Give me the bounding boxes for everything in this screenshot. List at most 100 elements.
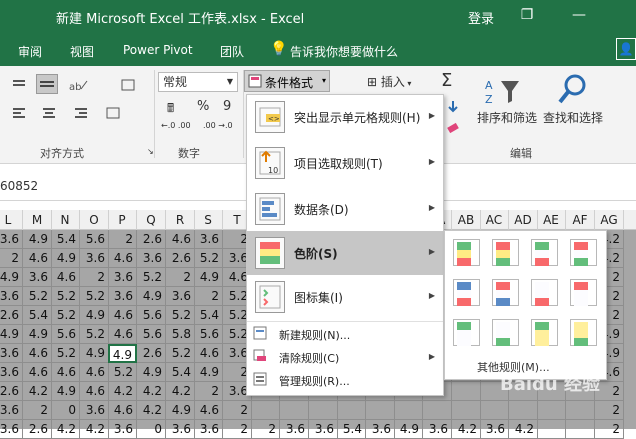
grid-cell[interactable]: 5.2 [166, 344, 195, 363]
grid-cell[interactable]: 4.2 [452, 420, 481, 439]
grid-cell[interactable]: 2 [223, 401, 252, 420]
column-header[interactable]: AG [595, 210, 624, 230]
decrease-decimal-button[interactable]: .00 →.0 [202, 120, 242, 142]
grid-cell[interactable]: 4.6 [108, 401, 137, 420]
color-scale-swatch[interactable] [570, 279, 597, 306]
comma-style-button[interactable]: 9 [222, 98, 236, 118]
grid-cell[interactable]: 3.6 [108, 287, 137, 306]
column-header[interactable]: S [194, 210, 223, 230]
grid-cell[interactable]: 2 [223, 420, 252, 439]
column-header[interactable]: Q [137, 210, 166, 230]
grid-cell[interactable] [452, 382, 481, 401]
tell-me-search[interactable]: 告诉我你想要做什么 [290, 43, 398, 60]
restore-ribbon-icon[interactable]: ❐ [514, 4, 540, 28]
find-select-label[interactable]: 查找和选择 [542, 108, 606, 125]
column-header[interactable]: AD [509, 210, 538, 230]
grid-cell[interactable]: 4.2 [108, 382, 137, 401]
grid-cell[interactable]: 2.6 [137, 344, 166, 363]
grid-cell[interactable]: 5.8 [166, 325, 195, 344]
grid-cell[interactable]: 4.9 [51, 382, 80, 401]
grid-cell[interactable]: 5.4 [51, 230, 80, 249]
grid-cell[interactable]: 4.2 [509, 420, 538, 439]
grid-cell[interactable]: 5.2 [108, 363, 137, 382]
grid-cell[interactable]: 3.6 [0, 287, 23, 306]
grid-cell[interactable]: 3.6 [194, 420, 223, 439]
grid-cell[interactable]: 3.6 [0, 344, 23, 363]
menu-item-new-rule[interactable]: 新建规则(N)... [247, 323, 443, 345]
color-scale-swatch[interactable] [570, 319, 597, 346]
column-header[interactable]: L [0, 210, 23, 230]
grid-cell[interactable]: 4.6 [108, 325, 137, 344]
column-header[interactable]: R [166, 210, 195, 230]
sort-filter-label[interactable]: 排序和筛选 [476, 108, 540, 125]
grid-cell[interactable]: 3.6 [280, 420, 309, 439]
grid-cell[interactable]: 5.6 [80, 230, 109, 249]
grid-cell[interactable]: 4.9 [137, 363, 166, 382]
grid-cell[interactable] [394, 401, 423, 420]
grid-cell[interactable]: 4.9 [23, 325, 52, 344]
menu-item-data-bars[interactable]: 数据条(D) ▶ [247, 187, 443, 231]
clear-eraser-icon[interactable] [444, 120, 462, 136]
grid-cell[interactable]: 3.6 [0, 420, 23, 439]
color-scale-swatch[interactable] [453, 239, 480, 266]
color-scale-swatch[interactable] [531, 239, 558, 266]
fill-down-icon[interactable] [444, 98, 462, 116]
color-scale-swatch[interactable] [492, 279, 519, 306]
grid-cell[interactable] [509, 401, 538, 420]
grid-cell[interactable]: 4.6 [23, 249, 52, 268]
grid-cell[interactable] [566, 401, 595, 420]
grid-cell[interactable]: 3.6 [80, 249, 109, 268]
grid-cell[interactable]: 4.6 [108, 306, 137, 325]
grid-cell[interactable]: 2 [595, 401, 624, 420]
grid-cell[interactable]: 5.2 [194, 249, 223, 268]
grid-cell[interactable]: 4.6 [194, 344, 223, 363]
grid-cell[interactable]: 5.2 [166, 306, 195, 325]
grid-cell[interactable]: 3.6 [137, 249, 166, 268]
grid-cell[interactable]: 3.6 [108, 268, 137, 287]
grid-cell[interactable]: 4.9 [51, 249, 80, 268]
grid-cell[interactable]: 5.4 [337, 420, 366, 439]
color-scale-swatch[interactable] [492, 319, 519, 346]
grid-cell[interactable]: 3.6 [0, 230, 23, 249]
conditional-formatting-button[interactable]: 条件格式 ▾ [244, 70, 330, 92]
grid-cell[interactable] [423, 401, 452, 420]
grid-cell[interactable]: 3.6 [194, 230, 223, 249]
increase-decimal-button[interactable]: ←.0 .00 [160, 120, 200, 142]
indent-icons[interactable] [10, 104, 120, 120]
grid-cell[interactable]: 4.6 [51, 268, 80, 287]
minimize-button[interactable]: — [566, 4, 592, 28]
grid-cell[interactable]: 5.2 [51, 344, 80, 363]
grid-cell[interactable]: 4.9 [80, 306, 109, 325]
grid-cell[interactable]: 2 [166, 268, 195, 287]
percent-button[interactable]: % [196, 98, 214, 118]
grid-cell[interactable]: 2 [194, 287, 223, 306]
color-scale-swatch[interactable] [531, 319, 558, 346]
user-icon[interactable]: 👤 [616, 38, 636, 60]
grid-cell[interactable]: 4.9 [0, 268, 23, 287]
grid-cell[interactable]: 4.2 [137, 401, 166, 420]
grid-cell[interactable]: 4.6 [23, 344, 52, 363]
grid-cell[interactable]: 2 [595, 420, 624, 439]
grid-cell[interactable]: 5.2 [51, 287, 80, 306]
column-header[interactable]: P [108, 210, 137, 230]
grid-cell[interactable]: 2 [251, 420, 280, 439]
grid-cell[interactable]: 0 [51, 401, 80, 420]
grid-cell[interactable]: 4.9 [80, 344, 109, 363]
grid-cell[interactable]: 5.4 [166, 363, 195, 382]
menu-item-icon-sets[interactable]: 图标集(I) ▶ [247, 275, 443, 319]
grid-cell[interactable]: 4.6 [80, 363, 109, 382]
column-header[interactable]: O [80, 210, 109, 230]
orientation-icon[interactable]: ab [66, 76, 90, 93]
grid-cell[interactable]: 4.2 [137, 382, 166, 401]
grid-cell[interactable]: 4.2 [80, 420, 109, 439]
grid-cell[interactable]: 5.6 [194, 325, 223, 344]
grid-cell[interactable]: 4.9 [137, 287, 166, 306]
grid-cell[interactable]: 4.2 [51, 420, 80, 439]
grid-cell[interactable]: 5.2 [80, 287, 109, 306]
selected-cell[interactable]: 4.9 [108, 344, 137, 363]
grid-cell[interactable]: 3.6 [423, 420, 452, 439]
grid-cell[interactable] [537, 401, 566, 420]
alignment-launcher-icon[interactable]: ↘ [146, 146, 154, 156]
insert-button[interactable]: ⊞ 插入 ▾ [366, 72, 432, 92]
menu-item-manage-rules[interactable]: 管理规则(R)... [247, 369, 443, 391]
